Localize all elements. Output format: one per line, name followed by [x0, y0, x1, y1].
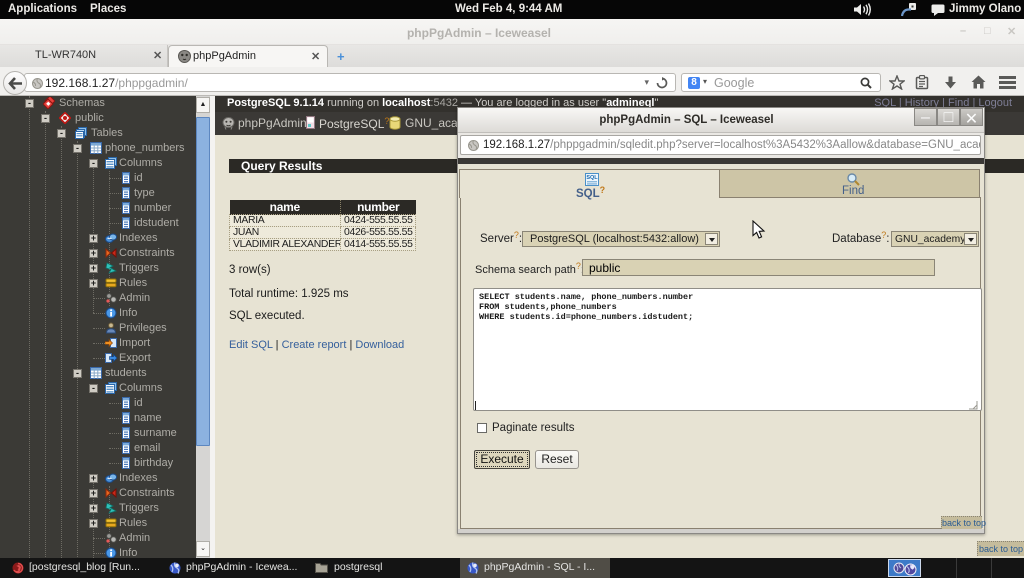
svg-text:SQL: SQL [586, 175, 598, 181]
